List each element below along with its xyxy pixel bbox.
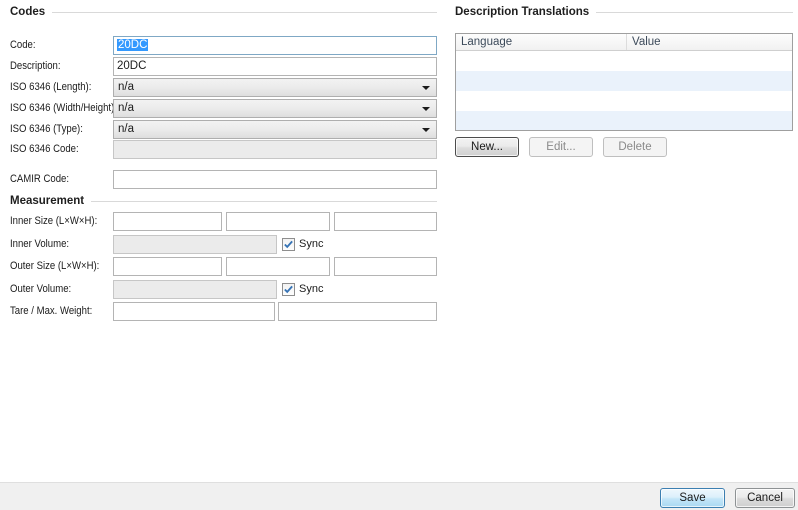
description-label: Description: <box>10 57 61 76</box>
translations-table[interactable]: Language Value <box>455 33 793 131</box>
checkmark-icon <box>283 284 294 295</box>
iso-code-input <box>113 140 437 159</box>
outer-size-label: Outer Size (L×W×H): <box>10 257 99 276</box>
iso-width-height-label: ISO 6346 (Width/Height): <box>10 99 117 118</box>
outer-volume-sync-checkbox[interactable] <box>282 283 295 296</box>
table-row <box>456 91 792 111</box>
codes-group-rule <box>52 12 437 13</box>
language-column-header[interactable]: Language <box>456 34 627 50</box>
tare-weight-input[interactable] <box>113 302 275 321</box>
inner-size-width-input[interactable] <box>226 212 330 231</box>
value-column-header[interactable]: Value <box>627 34 792 50</box>
inner-size-height-input[interactable] <box>334 212 437 231</box>
iso-width-height-selected-value: n/a <box>118 102 134 114</box>
translations-group-title: Description Translations <box>455 6 589 18</box>
new-translation-button[interactable]: New... <box>455 137 519 157</box>
iso-type-selected-value: n/a <box>118 123 134 135</box>
translations-group-rule <box>596 12 793 13</box>
outer-volume-input <box>113 280 277 299</box>
description-input[interactable]: 20DC <box>113 57 437 76</box>
inner-size-length-input[interactable] <box>113 212 222 231</box>
cancel-button[interactable]: Cancel <box>735 488 795 508</box>
delete-translation-button: Delete <box>603 137 667 157</box>
outer-volume-label: Outer Volume: <box>10 280 71 299</box>
max-weight-input[interactable] <box>278 302 437 321</box>
outer-size-length-input[interactable] <box>113 257 222 276</box>
tare-max-weight-label: Tare / Max. Weight: <box>10 302 92 321</box>
camir-code-input[interactable] <box>113 170 437 189</box>
inner-volume-sync-label: Sync <box>299 235 323 254</box>
edit-translation-button: Edit... <box>529 137 593 157</box>
iso-length-selected-value: n/a <box>118 81 134 93</box>
table-row <box>456 71 792 91</box>
chevron-down-icon <box>422 107 430 111</box>
inner-volume-input <box>113 235 277 254</box>
code-label: Code: <box>10 36 36 55</box>
iso-length-label: ISO 6346 (Length): <box>10 78 91 97</box>
inner-volume-label: Inner Volume: <box>10 235 69 254</box>
iso-type-combobox[interactable]: n/a <box>113 120 437 139</box>
inner-volume-sync-checkbox[interactable] <box>282 238 295 251</box>
outer-volume-sync-label: Sync <box>299 280 323 299</box>
outer-size-height-input[interactable] <box>334 257 437 276</box>
container-type-editor: Codes Code: 20DC Description: 20DC ISO 6… <box>0 0 798 510</box>
footer-bar: Save Cancel <box>0 482 798 510</box>
codes-group-title: Codes <box>10 6 45 18</box>
chevron-down-icon <box>422 128 430 132</box>
iso-width-height-combobox[interactable]: n/a <box>113 99 437 118</box>
measurement-group-title: Measurement <box>10 195 84 207</box>
code-input-selected-text: 20DC <box>117 39 148 51</box>
chevron-down-icon <box>422 86 430 90</box>
outer-size-width-input[interactable] <box>226 257 330 276</box>
inner-size-label: Inner Size (L×W×H): <box>10 212 97 231</box>
table-row <box>456 111 792 131</box>
iso-type-label: ISO 6346 (Type): <box>10 120 83 139</box>
save-button[interactable]: Save <box>660 488 725 508</box>
translations-group-header: Description Translations <box>455 5 793 19</box>
camir-code-label: CAMIR Code: <box>10 170 69 189</box>
iso-code-label: ISO 6346 Code: <box>10 140 79 159</box>
iso-length-combobox[interactable]: n/a <box>113 78 437 97</box>
measurement-group-header: Measurement <box>10 194 437 208</box>
measurement-group-rule <box>91 201 437 202</box>
code-input[interactable]: 20DC <box>113 36 437 55</box>
table-row <box>456 51 792 71</box>
checkmark-icon <box>283 239 294 250</box>
codes-group-header: Codes <box>10 5 437 19</box>
translations-table-header: Language Value <box>456 34 792 51</box>
